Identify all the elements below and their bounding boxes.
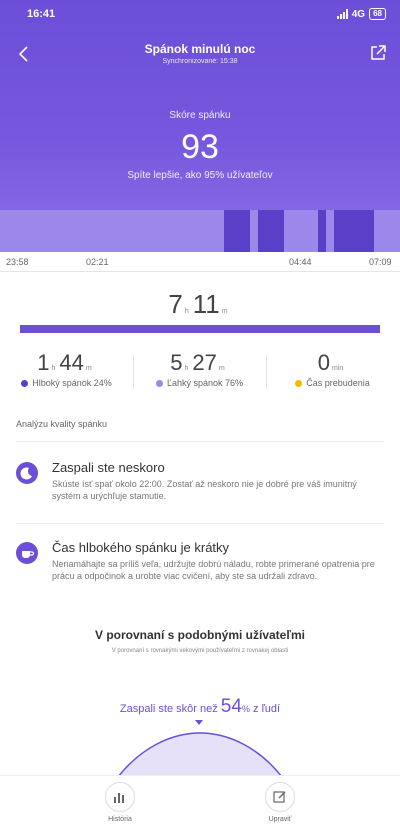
time-tick: 23:58 bbox=[6, 257, 29, 267]
tip-title: Čas hlbokého spánku je krátky bbox=[52, 540, 230, 555]
deep-sleep-label: Hlboký spánok 24% bbox=[32, 378, 112, 388]
bottom-nav: História Upraviť bbox=[0, 775, 400, 833]
sleep-score-value: 93 bbox=[181, 128, 219, 166]
deep-hours: 1 bbox=[37, 350, 50, 375]
moon-icon bbox=[16, 462, 38, 484]
total-sleep-duration: 7 h 11 m bbox=[0, 289, 400, 320]
distribution-curve bbox=[117, 732, 283, 777]
tip-text: Skúste ísť spať okolo 22:00. Zostať až n… bbox=[52, 479, 357, 501]
tip-title: Zaspali ste neskoro bbox=[52, 460, 165, 475]
light-sleep-dot bbox=[155, 379, 163, 387]
tip-text: Nenamáhajte sa príliš veľa, udržujte dob… bbox=[52, 559, 375, 581]
divider bbox=[16, 523, 384, 524]
signal-icon bbox=[336, 9, 348, 19]
hours-unit: h bbox=[51, 365, 56, 372]
history-label: História bbox=[108, 816, 132, 823]
edit-label: Upraviť bbox=[268, 816, 292, 823]
comparison-prefix: Zaspali ste skôr než bbox=[119, 703, 218, 715]
comparison-result: Zaspali ste skôr než 54% z ľudí bbox=[0, 696, 400, 718]
total-hours: 7 bbox=[168, 289, 183, 319]
comparison-subtitle: V porovnaní s rovnakými vekovými používa… bbox=[111, 648, 289, 654]
awake-dot bbox=[295, 379, 303, 387]
deep-sleep-dot bbox=[21, 379, 29, 387]
percent-sign: % bbox=[241, 704, 250, 714]
deep-sleep-segment bbox=[224, 210, 250, 252]
light-sleep-segment bbox=[374, 210, 400, 252]
history-tab[interactable]: História bbox=[80, 782, 160, 823]
comparison-title: V porovnaní s podobnými užívateľmi bbox=[95, 628, 305, 642]
sleep-score-description: Spíte lepšie, ako 95% užívateľov bbox=[127, 170, 273, 181]
time-tick: 02:21 bbox=[86, 257, 109, 267]
sleep-stats: 1 h 44 m Hlboký spánok 24% 5 h 27 m Ľahký spán… bbox=[0, 350, 400, 392]
sync-status: Synchronizované: 15:38 bbox=[162, 58, 238, 65]
history-icon bbox=[105, 782, 135, 812]
minutes-unit: m bbox=[218, 365, 225, 372]
tip-late-sleep: Zaspali ste neskoro Skúste ísť spať okol… bbox=[16, 460, 384, 520]
analysis-title: Analýzu kvality spánku bbox=[16, 419, 108, 429]
min-unit: min bbox=[331, 365, 344, 372]
edit-icon bbox=[265, 782, 295, 812]
deep-sleep-stat: 1 h 44 m Hlboký spánok 24% bbox=[0, 350, 133, 388]
light-sleep-stat: 5 h 27 m Ľahký spánok 76% bbox=[133, 350, 266, 388]
minutes-unit: m bbox=[221, 308, 228, 315]
deep-sleep-segment bbox=[318, 210, 326, 252]
awake-value: 0 bbox=[317, 350, 330, 375]
share-icon[interactable] bbox=[368, 43, 388, 63]
comparison-marker bbox=[195, 720, 203, 725]
time-tick: 04:44 bbox=[289, 257, 312, 267]
hours-unit: h bbox=[184, 308, 189, 315]
minutes-unit: m bbox=[85, 365, 92, 372]
time-axis: 23:58 02:21 04:44 07:09 bbox=[0, 252, 400, 272]
light-sleep-label: Ľahký spánok 76% bbox=[166, 378, 244, 388]
comparison-suffix: z ľudí bbox=[253, 703, 281, 715]
light-sleep-segment bbox=[284, 210, 318, 252]
hours-unit: h bbox=[184, 365, 189, 372]
comparison-percent: 54 bbox=[220, 696, 242, 717]
top-nav: Spánok minulú noc Synchronizované: 15:38 bbox=[0, 38, 400, 70]
page-title: Spánok minulú noc bbox=[144, 42, 256, 56]
sleep-header: 16:41 4G 68 Spánok minulú noc Synchroniz… bbox=[0, 0, 400, 252]
tip-deep-sleep: Čas hlbokého spánku je krátky Nenamáhajt… bbox=[16, 540, 384, 600]
light-sleep-segment bbox=[250, 210, 258, 252]
deep-sleep-segment bbox=[334, 210, 374, 252]
deep-minutes: 44 bbox=[59, 350, 84, 375]
status-bar: 16:41 4G 68 bbox=[27, 8, 386, 22]
light-sleep-segment bbox=[326, 210, 334, 252]
awake-stat: 0 min Čas prebudenia bbox=[266, 350, 399, 388]
awake-label: Čas prebudenia bbox=[306, 378, 370, 388]
status-time: 16:41 bbox=[27, 8, 56, 20]
deep-sleep-segment bbox=[258, 210, 284, 252]
total-minutes: 11 bbox=[192, 289, 220, 319]
total-sleep-bar bbox=[20, 325, 380, 333]
network-label: 4G bbox=[351, 8, 366, 20]
sleep-stage-chart[interactable] bbox=[0, 210, 400, 252]
sleep-score-label: Skóre spánku bbox=[169, 110, 231, 121]
edit-tab[interactable]: Upraviť bbox=[240, 782, 320, 823]
divider bbox=[16, 441, 384, 442]
light-hours: 5 bbox=[170, 350, 183, 375]
light-sleep-segment bbox=[0, 210, 224, 252]
time-tick: 07:09 bbox=[369, 257, 392, 267]
battery-icon: 68 bbox=[369, 8, 386, 20]
light-minutes: 27 bbox=[192, 350, 217, 375]
cup-icon bbox=[16, 542, 38, 564]
